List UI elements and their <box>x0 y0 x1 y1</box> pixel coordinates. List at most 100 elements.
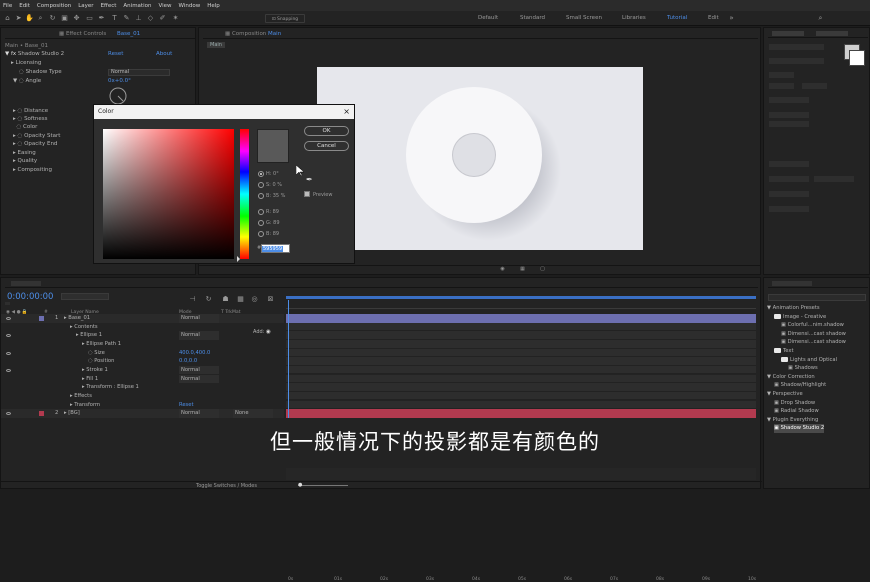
layer-name[interactable]: ◌ Size <box>88 349 105 358</box>
grid-toggle-icon[interactable]: ▦ <box>519 266 526 273</box>
timecode-display[interactable]: 0:00:00:00 <box>7 292 53 302</box>
cancel-button[interactable]: Cancel <box>304 141 349 151</box>
shadow-type-select[interactable]: Normal <box>108 69 170 76</box>
blend-mode-select[interactable]: Normal <box>179 409 219 418</box>
layer-name[interactable]: ▸ Ellipse Path 1 <box>82 340 121 349</box>
effects-search-input[interactable] <box>768 294 866 301</box>
layer-name[interactable]: ▸ Stroke 1 <box>82 366 108 375</box>
blend-mode-select[interactable]: Normal <box>179 331 219 340</box>
effect-header[interactable]: ▼ fx Shadow Studio 2 <box>5 50 64 59</box>
right-field-13[interactable] <box>769 206 809 212</box>
preset-tree-item[interactable]: ▣ Drop Shadow <box>774 399 815 408</box>
preset-tree-item[interactable]: ▣ Dimensi...cast shadow <box>781 330 846 339</box>
zoom-slider[interactable] <box>298 485 348 486</box>
preset-tree-item[interactable]: ▣ Shadows <box>788 364 818 373</box>
layer-duration-bar[interactable] <box>286 314 756 323</box>
layer-name[interactable]: ▸ Effects <box>70 392 92 401</box>
angle-value[interactable]: 0x+0.0° <box>108 77 131 86</box>
timeline-property-row[interactable]: ▸ Ellipse 1 Normal <box>1 331 284 340</box>
blend-mode-select[interactable]: Normal <box>179 374 219 384</box>
brightness-radio[interactable] <box>258 193 264 199</box>
search-help-icon[interactable]: ⌕ <box>816 14 825 23</box>
timeline-property-row[interactable]: ▸ Ellipse Path 1 <box>1 340 284 349</box>
preview-checkbox[interactable] <box>304 191 310 197</box>
timeline-property-row[interactable]: ▸ Transform Reset <box>1 401 284 410</box>
visibility-eye-icon[interactable] <box>6 317 11 320</box>
layer-name[interactable]: ▸ [BG] <box>64 409 80 418</box>
hue-radio[interactable] <box>258 171 264 177</box>
preset-tree-item[interactable]: ▼ Animation Presets <box>767 304 820 313</box>
visibility-eye-icon[interactable] <box>6 412 11 416</box>
preset-tree-item[interactable]: ▼ Plugin Everything <box>767 416 818 425</box>
right-field-9[interactable] <box>769 161 809 167</box>
playhead[interactable] <box>288 300 289 418</box>
quality-prop[interactable]: ▸ Quality <box>13 157 37 166</box>
composition-tab[interactable]: ▦ Composition Main <box>225 31 281 37</box>
right-field-7[interactable] <box>769 112 809 118</box>
eyedropper-icon[interactable]: ✒ <box>306 175 313 184</box>
type-tool-icon[interactable]: T <box>110 14 119 23</box>
preset-tree-item[interactable]: ▣ Dimensi...cast shadow <box>781 338 846 347</box>
property-track[interactable] <box>286 383 756 392</box>
right-field-2[interactable] <box>769 58 824 64</box>
red-radio[interactable] <box>258 209 264 215</box>
rectangle-tool-icon[interactable]: ▭ <box>85 14 94 23</box>
timeline-property-row[interactable]: ▸ Stroke 1 Normal <box>1 365 284 375</box>
time-ruler[interactable] <box>286 300 756 309</box>
preset-tree-item[interactable]: ▣ Shadow/Highlight <box>774 381 826 390</box>
puppet-tool-icon[interactable]: ✶ <box>171 14 180 23</box>
timeline-search-input[interactable] <box>61 293 109 300</box>
right-field-3[interactable] <box>769 72 794 78</box>
property-track[interactable] <box>286 331 756 340</box>
preset-tree-item[interactable]: ▣ Radial Shadow <box>774 407 819 416</box>
saturation-radio[interactable] <box>258 182 264 188</box>
timeline-property-row[interactable]: ▸ Contents <box>1 323 284 332</box>
property-value[interactable]: 400.0,400.0 <box>179 349 210 358</box>
workspace-default[interactable]: Default <box>478 15 498 21</box>
snapping-toggle[interactable]: ⊡ Snapping <box>265 14 305 23</box>
property-track[interactable] <box>286 374 756 384</box>
label-color-swatch[interactable] <box>39 316 44 321</box>
hex-input[interactable]: 595959 <box>261 244 290 253</box>
layer-name[interactable]: ▸ Contents <box>70 323 98 332</box>
layer-name[interactable]: ▸ Base_01 <box>64 314 90 323</box>
home-icon[interactable]: ⌂ <box>3 14 12 23</box>
saturation-brightness-field[interactable] <box>103 129 234 259</box>
property-track[interactable] <box>286 339 756 349</box>
property-track[interactable] <box>286 391 756 401</box>
layer-name[interactable]: ▸ Transform : Ellipse 1 <box>82 383 139 392</box>
menu-animation[interactable]: Animation <box>123 3 151 9</box>
workspace-libraries[interactable]: Libraries <box>622 15 646 21</box>
composition-flowchart-icon[interactable]: ⊣ <box>188 295 197 304</box>
shy-layers-icon[interactable]: ☗ <box>221 295 230 304</box>
about-link[interactable]: About <box>156 50 172 59</box>
graph-editor-icon[interactable]: ⊠ <box>266 295 275 304</box>
right-field-12[interactable] <box>769 191 809 197</box>
track-matte-select[interactable]: None <box>233 409 273 418</box>
eraser-tool-icon[interactable]: ◇ <box>146 14 155 23</box>
menu-file[interactable]: File <box>3 3 12 9</box>
stroke-color-swatch[interactable] <box>849 50 865 66</box>
visibility-eye-icon[interactable] <box>6 351 11 355</box>
camera-tool-icon[interactable]: ▣ <box>60 14 69 23</box>
property-track[interactable] <box>286 400 756 410</box>
right-field-8[interactable] <box>769 121 809 127</box>
color-prop[interactable]: ◌ Color <box>13 123 37 132</box>
preset-tree-item[interactable]: ▼ Color Correction <box>767 373 815 382</box>
blend-mode-select[interactable]: Normal <box>179 365 219 375</box>
preset-tree-item[interactable]: ▣ Colorful...nim.shadow <box>781 321 844 330</box>
zoom-tool-icon[interactable]: ⌕ <box>36 14 45 23</box>
angle-prop[interactable]: ▼ ◌ Angle <box>13 77 41 86</box>
ok-button[interactable]: OK <box>304 126 349 136</box>
right-field-11[interactable] <box>814 176 854 182</box>
timeline-layer-row[interactable]: 2 ▸ [BG] Normal None <box>1 409 284 418</box>
menu-edit[interactable]: Edit <box>19 3 30 9</box>
property-track[interactable] <box>286 365 756 375</box>
menu-layer[interactable]: Layer <box>78 3 93 9</box>
blue-radio[interactable] <box>258 231 264 237</box>
blend-mode-select[interactable]: Reset <box>179 401 194 410</box>
compositing-prop[interactable]: ▸ Compositing <box>13 166 52 175</box>
preset-tree-item[interactable]: Lights and Optical <box>781 356 837 365</box>
workspace-overflow-icon[interactable]: » <box>727 14 736 23</box>
hand-tool-icon[interactable]: ✋ <box>25 14 34 23</box>
